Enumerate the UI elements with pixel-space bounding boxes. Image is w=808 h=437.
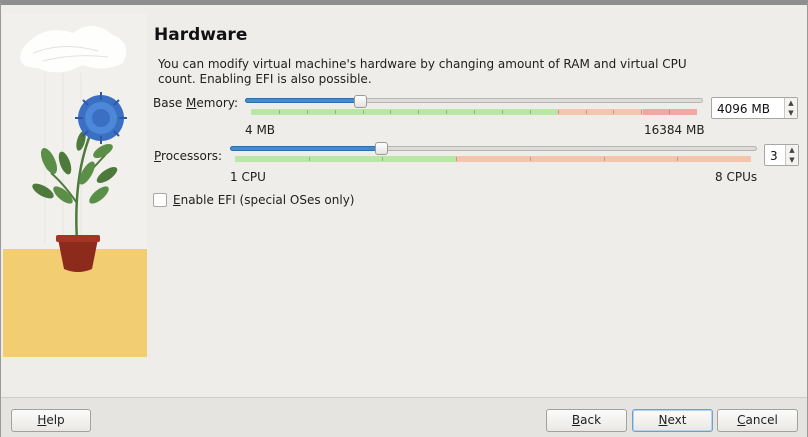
- description-line-1: You can modify virtual machine's hardwar…: [158, 57, 687, 71]
- slider-tick: [309, 157, 310, 161]
- wizard-illustration: [3, 13, 147, 357]
- memory-min-label: 4 MB: [245, 123, 276, 137]
- back-button[interactable]: Back: [546, 409, 627, 432]
- slider-tick: [530, 157, 531, 161]
- processors-spin-arrows[interactable]: ▲ ▼: [785, 145, 798, 165]
- memory-value[interactable]: 4096 MB: [717, 102, 770, 116]
- slider-tick: [677, 157, 678, 161]
- memory-spin-arrows[interactable]: ▲ ▼: [784, 98, 797, 118]
- memory-ticks: [251, 109, 697, 115]
- memory-spinbox[interactable]: 4096 MB ▲ ▼: [711, 97, 798, 119]
- slider-tick: [390, 110, 391, 114]
- processors-ticks: [235, 156, 751, 162]
- description-line-2: count. Enabling EFI is also possible.: [158, 72, 372, 86]
- processors-value[interactable]: 3: [770, 149, 778, 163]
- processors-max-label: 8 CPUs: [715, 170, 758, 184]
- slider-tick: [382, 157, 383, 161]
- slider-tick: [279, 110, 280, 114]
- slider-tick: [558, 110, 559, 114]
- enable-efi-checkbox[interactable]: [153, 193, 167, 207]
- processors-min-label: 1 CPU: [230, 170, 266, 184]
- slider-tick: [586, 110, 587, 114]
- slider-tick: [530, 110, 531, 114]
- page-description: You can modify virtual machine's hardwar…: [158, 57, 718, 87]
- flower-pot-illustration: [3, 25, 147, 357]
- slider-tick: [669, 110, 670, 114]
- slider-tick: [502, 110, 503, 114]
- spin-up-icon[interactable]: ▲: [785, 98, 797, 108]
- memory-slider-fill: [245, 98, 360, 103]
- memory-max-label: 16384 MB: [644, 123, 705, 137]
- processors-label: Processors:: [154, 149, 223, 163]
- spin-up-icon[interactable]: ▲: [786, 145, 798, 155]
- button-bar: Help Back Next Cancel: [1, 397, 807, 437]
- spin-down-icon[interactable]: ▼: [785, 108, 797, 118]
- slider-tick: [363, 110, 364, 114]
- slider-tick: [613, 110, 614, 114]
- enable-efi-label[interactable]: Enable EFI (special OSes only): [173, 193, 354, 207]
- slider-tick: [604, 157, 605, 161]
- slider-tick: [446, 110, 447, 114]
- processors-slider-fill: [230, 146, 381, 151]
- memory-slider-handle[interactable]: [354, 95, 367, 108]
- processors-spinbox[interactable]: 3 ▲ ▼: [764, 144, 799, 166]
- page-title: Hardware: [154, 25, 248, 45]
- wizard-window: Hardware You can modify virtual machine'…: [0, 0, 808, 437]
- slider-tick: [335, 110, 336, 114]
- slider-tick: [474, 110, 475, 114]
- next-button[interactable]: Next: [632, 409, 713, 432]
- spin-down-icon[interactable]: ▼: [786, 155, 798, 165]
- slider-tick: [418, 110, 419, 114]
- help-button[interactable]: Help: [11, 409, 91, 432]
- cancel-button[interactable]: Cancel: [717, 409, 798, 432]
- processors-slider-handle[interactable]: [375, 142, 388, 155]
- slider-tick: [456, 157, 457, 161]
- slider-tick: [641, 110, 642, 114]
- base-memory-label: Base Memory:: [153, 96, 239, 110]
- slider-tick: [307, 110, 308, 114]
